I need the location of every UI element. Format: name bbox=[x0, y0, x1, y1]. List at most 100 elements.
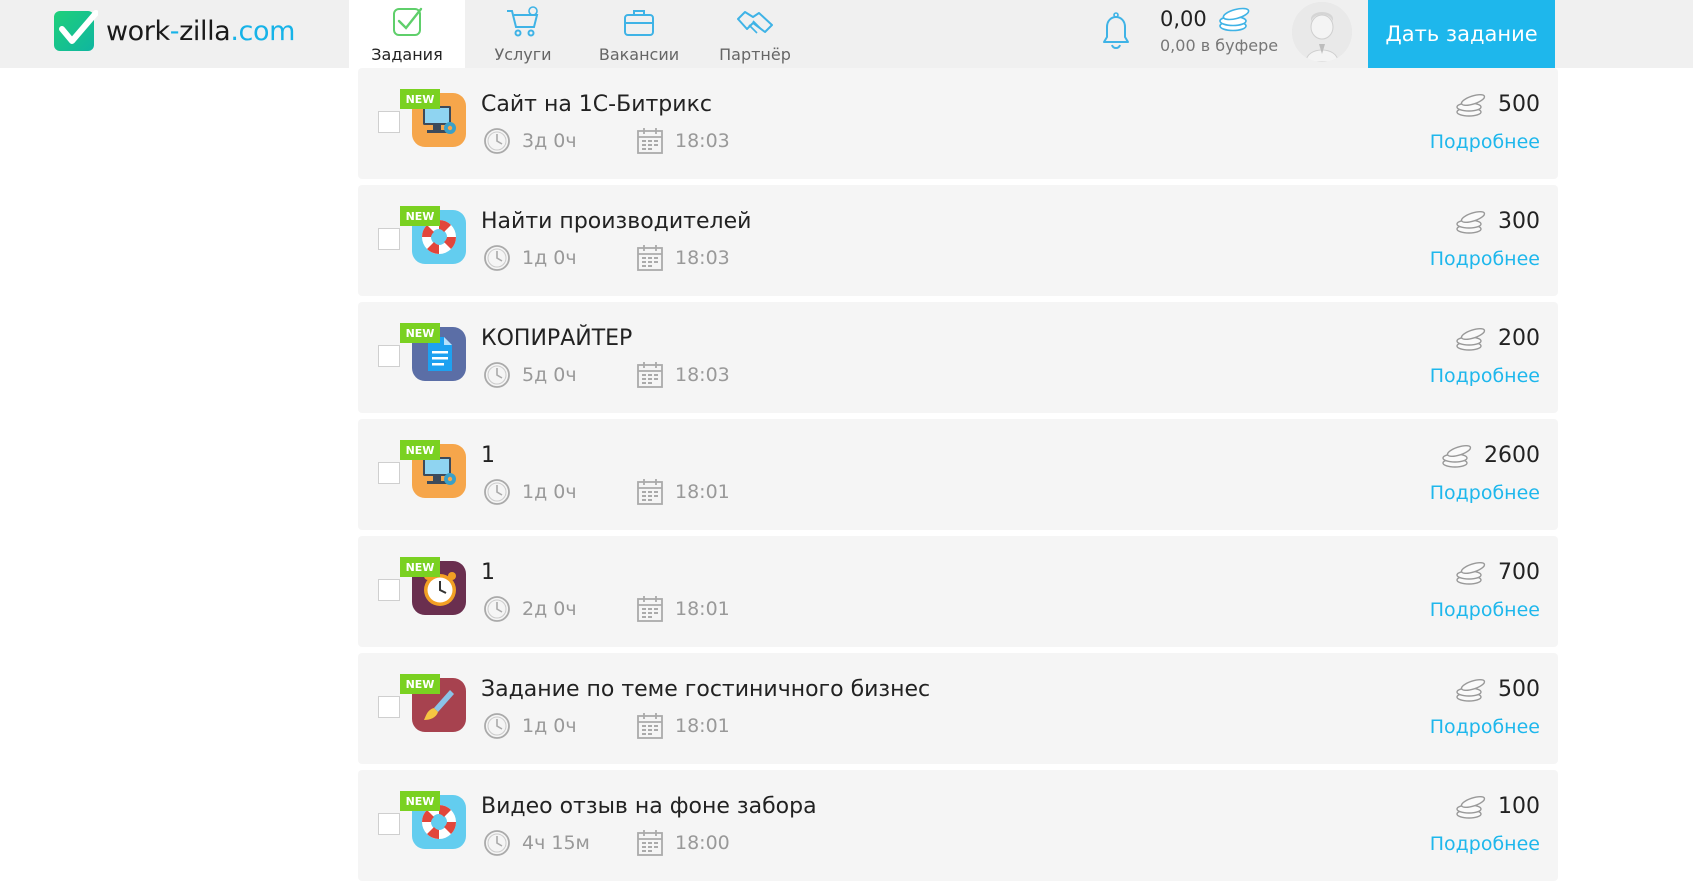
balance-buffer: 0,00 в буфере bbox=[1160, 36, 1279, 55]
time-text: 18:03 bbox=[675, 130, 730, 152]
clock-icon bbox=[484, 713, 510, 739]
time-text: 18:00 bbox=[675, 832, 730, 854]
task-card[interactable]: NEW Видео отзыв на фоне забора 4ч 15м 18… bbox=[358, 770, 1558, 881]
duration-text: 3д 0ч bbox=[522, 130, 577, 152]
duration-text: 1д 0ч bbox=[522, 481, 577, 503]
time-text: 18:03 bbox=[675, 247, 730, 269]
nav-label: Вакансии bbox=[598, 45, 680, 64]
task-checkbox[interactable] bbox=[378, 813, 400, 835]
coins-icon bbox=[1456, 93, 1486, 117]
task-card[interactable]: NEW Задание по теме гостиничного бизнес … bbox=[358, 653, 1558, 764]
task-card[interactable]: NEW 1 2д 0ч 18:01 700 Подробнее bbox=[358, 536, 1558, 647]
task-list: NEW Сайт на 1С-Битрикс 3д 0ч 18:03 500 П… bbox=[358, 68, 1558, 887]
task-title[interactable]: 1 bbox=[481, 560, 495, 585]
avatar-person-icon bbox=[1292, 2, 1352, 62]
calendar-icon bbox=[637, 713, 663, 739]
duration-text: 4ч 15м bbox=[522, 832, 590, 854]
task-checkbox[interactable] bbox=[378, 228, 400, 250]
nav-label: Задания bbox=[371, 45, 443, 64]
clock-icon bbox=[484, 245, 510, 271]
notification-bell-icon[interactable] bbox=[1096, 10, 1136, 52]
time-text: 18:03 bbox=[675, 364, 730, 386]
task-price: 200 bbox=[1454, 324, 1540, 352]
task-duration: 1д 0ч bbox=[482, 243, 577, 273]
coins-icon bbox=[1456, 795, 1486, 819]
details-link[interactable]: Подробнее bbox=[1430, 599, 1540, 621]
tasks-check-icon bbox=[393, 7, 423, 36]
calendar-icon bbox=[637, 596, 663, 622]
new-badge: NEW bbox=[400, 89, 440, 109]
details-link[interactable]: Подробнее bbox=[1430, 482, 1540, 504]
task-price: 100 bbox=[1454, 792, 1540, 820]
task-title[interactable]: Видео отзыв на фоне забора bbox=[481, 794, 817, 819]
give-task-button[interactable]: Дать задание bbox=[1368, 0, 1555, 68]
site-logo[interactable]: work-zilla.com bbox=[54, 9, 295, 53]
task-checkbox[interactable] bbox=[378, 345, 400, 367]
task-card[interactable]: NEW Найти производителей 1д 0ч 18:03 300… bbox=[358, 185, 1558, 296]
duration-text: 1д 0ч bbox=[522, 715, 577, 737]
details-link[interactable]: Подробнее bbox=[1430, 131, 1540, 153]
coins-icon bbox=[1456, 678, 1486, 702]
details-link[interactable]: Подробнее bbox=[1430, 833, 1540, 855]
task-checkbox[interactable] bbox=[378, 111, 400, 133]
task-price: 500 bbox=[1454, 675, 1540, 703]
briefcase-icon bbox=[624, 10, 654, 36]
time-text: 18:01 bbox=[675, 715, 730, 737]
task-title[interactable]: Найти производителей bbox=[481, 209, 751, 234]
top-header: work-zilla.com Задания Услуги Вакансии П… bbox=[0, 0, 1693, 68]
calendar-icon bbox=[637, 128, 663, 154]
coins-icon bbox=[1456, 210, 1486, 234]
time-text: 18:01 bbox=[675, 598, 730, 620]
coins-icon bbox=[1442, 444, 1472, 468]
details-link[interactable]: Подробнее bbox=[1430, 365, 1540, 387]
time-text: 18:01 bbox=[675, 481, 730, 503]
details-link[interactable]: Подробнее bbox=[1430, 248, 1540, 270]
task-price: 700 bbox=[1454, 558, 1540, 586]
details-link[interactable]: Подробнее bbox=[1430, 716, 1540, 738]
logo-check-icon bbox=[54, 10, 98, 51]
cart-icon bbox=[507, 6, 539, 37]
user-avatar[interactable] bbox=[1292, 2, 1352, 62]
task-duration: 1д 0ч bbox=[482, 711, 577, 741]
task-title[interactable]: 1 bbox=[481, 443, 495, 468]
task-duration: 2д 0ч bbox=[482, 594, 577, 624]
new-badge: NEW bbox=[400, 557, 440, 577]
task-title[interactable]: Сайт на 1С-Битрикс bbox=[481, 92, 712, 117]
task-time: 18:01 bbox=[635, 711, 730, 741]
task-card[interactable]: NEW Сайт на 1С-Битрикс 3д 0ч 18:03 500 П… bbox=[358, 68, 1558, 179]
task-duration: 4ч 15м bbox=[482, 828, 590, 858]
task-title[interactable]: Задание по теме гостиничного бизнес bbox=[481, 677, 930, 702]
new-badge: NEW bbox=[400, 791, 440, 811]
task-card[interactable]: NEW 1 1д 0ч 18:01 2600 Подробнее bbox=[358, 419, 1558, 530]
price-value: 300 bbox=[1498, 208, 1540, 234]
coins-icon bbox=[1456, 561, 1486, 585]
balance-amount: 0,00 bbox=[1160, 7, 1207, 31]
task-checkbox[interactable] bbox=[378, 696, 400, 718]
task-time: 18:03 bbox=[635, 360, 730, 390]
balance-block[interactable]: 0,00 0,00 в буфере bbox=[1160, 6, 1278, 55]
task-time: 18:01 bbox=[635, 477, 730, 507]
new-badge: NEW bbox=[400, 323, 440, 343]
task-price: 300 bbox=[1454, 207, 1540, 235]
task-card[interactable]: NEW КОПИРАЙТЕР 5д 0ч 18:03 200 Подробнее bbox=[358, 302, 1558, 413]
price-value: 500 bbox=[1498, 676, 1540, 702]
task-checkbox[interactable] bbox=[378, 462, 400, 484]
task-checkbox[interactable] bbox=[378, 579, 400, 601]
new-badge: NEW bbox=[400, 206, 440, 226]
nav-label: Услуги bbox=[494, 45, 552, 64]
task-title[interactable]: КОПИРАЙТЕР bbox=[481, 326, 632, 351]
task-time: 18:00 bbox=[635, 828, 730, 858]
coins-icon bbox=[1218, 7, 1250, 32]
task-price: 500 bbox=[1454, 90, 1540, 118]
logo-text: work-zilla.com bbox=[106, 15, 295, 47]
nav-tab-tasks[interactable]: Задания bbox=[349, 0, 465, 68]
new-badge: NEW bbox=[400, 440, 440, 460]
clock-icon bbox=[484, 362, 510, 388]
task-time: 18:03 bbox=[635, 243, 730, 273]
price-value: 500 bbox=[1498, 91, 1540, 117]
duration-text: 2д 0ч bbox=[522, 598, 577, 620]
nav-tab-services[interactable]: Услуги bbox=[465, 0, 581, 68]
nav-tab-vacancies[interactable]: Вакансии bbox=[581, 0, 697, 68]
price-value: 100 bbox=[1498, 793, 1540, 819]
nav-tab-partner[interactable]: Партнёр bbox=[697, 0, 813, 68]
